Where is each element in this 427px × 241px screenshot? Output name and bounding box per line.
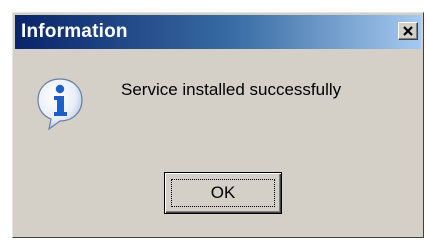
information-dialog: Information Service installed successful… xyxy=(12,12,424,238)
close-button[interactable] xyxy=(398,22,418,40)
title-bar[interactable]: Information xyxy=(15,15,421,49)
dialog-title: Information xyxy=(21,21,128,42)
message-text: Service installed successfully xyxy=(121,80,342,99)
ok-button-label: OK xyxy=(210,183,236,202)
ok-button[interactable]: OK xyxy=(164,172,282,214)
info-icon xyxy=(37,78,83,131)
close-icon xyxy=(403,26,413,36)
